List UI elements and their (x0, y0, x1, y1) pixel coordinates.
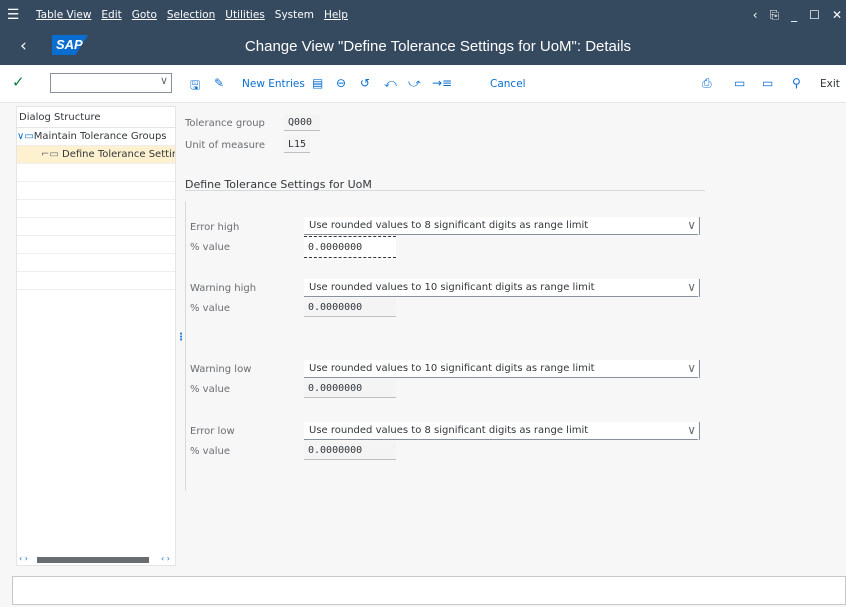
display-change-icon[interactable]: ✎ (214, 76, 224, 90)
menu-table-view[interactable]: Table View (36, 9, 91, 21)
folder-icon: ⌐▭ (41, 149, 59, 160)
error-low-pct-label: % value (190, 446, 230, 457)
warning-low-pct-input[interactable]: 0.0000000 (304, 379, 396, 398)
tree-empty-row (17, 164, 175, 182)
warning-high-pct-label: % value (190, 303, 230, 314)
title-bar: ‹ SAP Change View "Define Tolerance Sett… (0, 30, 846, 65)
tree-empty-row (17, 272, 175, 290)
section-divider (185, 190, 705, 191)
error-high-pct-input[interactable]: 0.0000000 (304, 236, 396, 258)
error-low-pct-input[interactable]: 0.0000000 (304, 441, 396, 460)
enter-check-icon[interactable]: ✓ (12, 73, 25, 91)
next-entry-icon[interactable]: ⤻ (408, 76, 421, 91)
menu-utilities[interactable]: Utilities (225, 9, 265, 21)
warning-high-pct-input[interactable]: 0.0000000 (304, 298, 396, 317)
menu-help[interactable]: Help (324, 9, 348, 21)
new-session-icon[interactable]: ⎘ (770, 8, 780, 23)
error-low-select[interactable]: Use rounded values to 8 significant digi… (304, 422, 700, 440)
horizontal-scrollbar[interactable]: ‹ › ‹ › (17, 554, 175, 565)
warning-low-label: Warning low (190, 364, 252, 375)
chevron-down-icon[interactable]: ∨ (687, 361, 696, 375)
scroll-left-icon[interactable]: ‹ › (19, 554, 28, 563)
scroll-right-icon[interactable]: ‹ › (161, 554, 170, 563)
save-icon[interactable]: 🖫 (190, 76, 200, 97)
unit-of-measure-field: L15 (284, 136, 310, 153)
menu-goto[interactable]: Goto (132, 9, 157, 21)
exit-button[interactable]: Exit (820, 78, 840, 90)
copy-as-icon[interactable]: ▤ (312, 76, 323, 90)
detail-area: Tolerance group Q000 Unit of measure L15… (180, 106, 846, 566)
customize-icon[interactable]: ⚲ (792, 76, 801, 90)
dialog-structure-pane: Dialog Structure ∨▭Maintain Tolerance Gr… (16, 106, 176, 566)
tree-empty-row (17, 182, 175, 200)
close-icon[interactable]: ✕ (832, 8, 842, 22)
menu-edit[interactable]: Edit (101, 9, 121, 21)
group-frame (185, 201, 188, 491)
status-bar (12, 576, 846, 605)
undo-icon[interactable]: ↺ (360, 76, 370, 90)
application-toolbar: ✓ ∨ 🖫 ✎ New Entries ▤ ⊖ ↺ ⤺ ⤻ →≡ Cancel … (0, 65, 846, 103)
delete-icon[interactable]: ⊖ (336, 76, 346, 90)
tree-empty-row (17, 218, 175, 236)
command-field[interactable]: ∨ (50, 73, 172, 93)
hamburger-menu-icon[interactable]: ☰ (0, 7, 26, 23)
tree-empty-row (17, 254, 175, 272)
tree-empty-row (17, 236, 175, 254)
chevron-down-icon[interactable]: ∨ (687, 423, 696, 437)
chevron-down-icon[interactable]: ∨ (687, 218, 696, 232)
folder-open-icon: ∨▭ (17, 131, 34, 142)
menu-selection[interactable]: Selection (167, 9, 215, 21)
minimize-icon[interactable]: _ (791, 8, 797, 22)
window-controls: ‹ ⎘ _ ☐ ✕ (753, 0, 842, 30)
warning-high-label: Warning high (190, 283, 257, 294)
select-icon[interactable]: →≡ (432, 76, 452, 90)
warning-low-pct-label: % value (190, 384, 230, 395)
last-page-icon[interactable]: ▭ (762, 76, 773, 90)
scroll-thumb[interactable] (37, 557, 149, 563)
cancel-button[interactable]: Cancel (490, 78, 526, 90)
error-high-label: Error high (190, 222, 240, 233)
previous-icon[interactable]: ‹ (753, 8, 758, 22)
tree-item-maintain-tolerance-groups[interactable]: ∨▭Maintain Tolerance Groups (17, 128, 175, 146)
warning-low-select[interactable]: Use rounded values to 10 significant dig… (304, 360, 700, 378)
dialog-structure-header: Dialog Structure (17, 107, 175, 128)
warning-high-select[interactable]: Use rounded values to 10 significant dig… (304, 279, 700, 297)
new-entries-button[interactable]: New Entries (242, 78, 305, 90)
chevron-down-icon[interactable]: ∨ (687, 280, 696, 294)
tolerance-group-label: Tolerance group (185, 118, 265, 129)
error-low-label: Error low (190, 426, 235, 437)
first-page-icon[interactable]: ▭ (734, 76, 745, 90)
menu-bar: ☰ Table View Edit Goto Selection Utiliti… (0, 0, 846, 30)
chevron-down-icon[interactable]: ∨ (160, 74, 168, 87)
error-high-pct-label: % value (190, 242, 230, 253)
previous-entry-icon[interactable]: ⤺ (384, 76, 397, 91)
unit-of-measure-label: Unit of measure (185, 140, 265, 151)
menu-system[interactable]: System (275, 9, 314, 21)
tree-item-define-tolerance-settings[interactable]: ⌐▭ Define Tolerance Settings (17, 146, 175, 164)
error-high-select[interactable]: Use rounded values to 8 significant digi… (304, 217, 700, 235)
page-title: Change View "Define Tolerance Settings f… (244, 38, 632, 55)
print-icon[interactable]: ⎙ (702, 76, 712, 91)
tree-empty-row (17, 200, 175, 218)
maximize-icon[interactable]: ☐ (809, 8, 820, 22)
tolerance-group-field: Q000 (284, 114, 320, 131)
